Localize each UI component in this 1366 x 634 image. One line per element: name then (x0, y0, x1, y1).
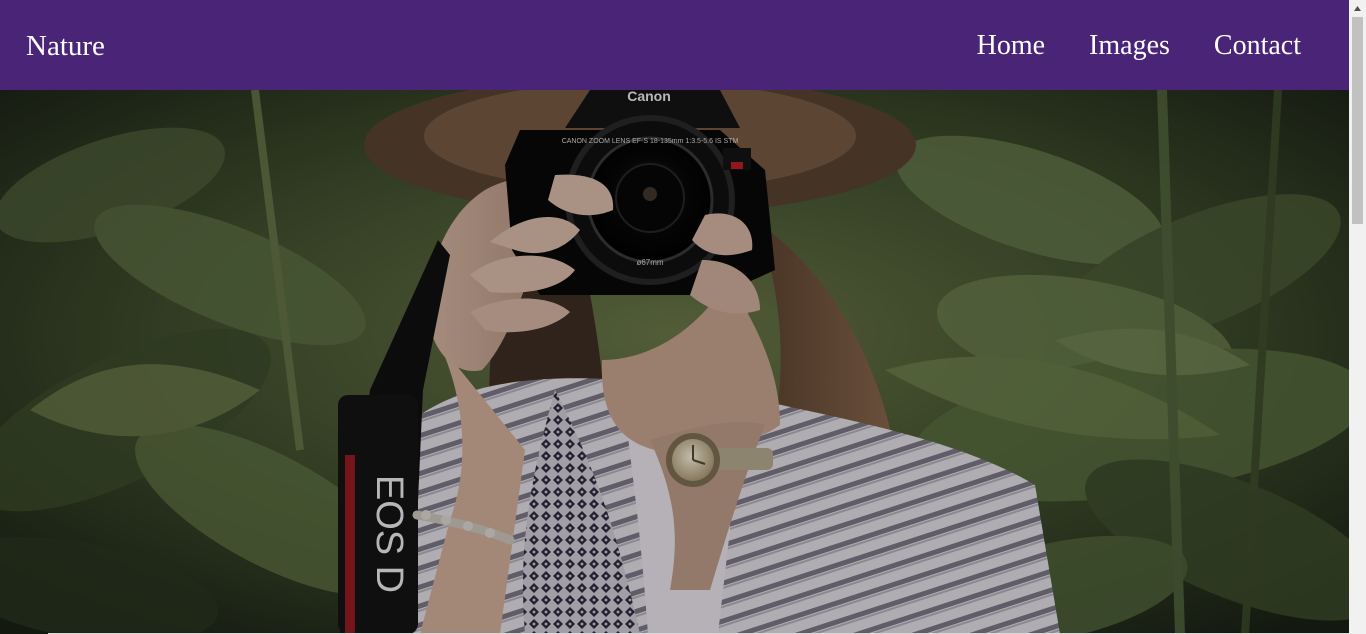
brand-link[interactable]: Nature (26, 31, 105, 61)
nav-home-link[interactable]: Home (977, 32, 1045, 60)
nav-images-link[interactable]: Images (1089, 32, 1170, 60)
scroll-up-arrow-icon[interactable] (1349, 0, 1366, 17)
scrollbar-thumb[interactable] (1352, 17, 1363, 224)
vertical-scrollbar[interactable] (1349, 0, 1366, 634)
nav-contact-link[interactable]: Contact (1214, 32, 1301, 60)
hero-photo-section: Canon CANON ZOOM LENS EF-S 18-135mm 1:3.… (0, 90, 1349, 634)
hero-photo: Canon CANON ZOOM LENS EF-S 18-135mm 1:3.… (0, 90, 1349, 634)
top-navbar: Nature Home Images Contact (0, 0, 1349, 90)
page: Nature Home Images Contact Canon CANON Z… (0, 0, 1366, 634)
nav-links: Home Images Contact (977, 30, 1301, 60)
chevron-up-icon (1354, 6, 1361, 11)
